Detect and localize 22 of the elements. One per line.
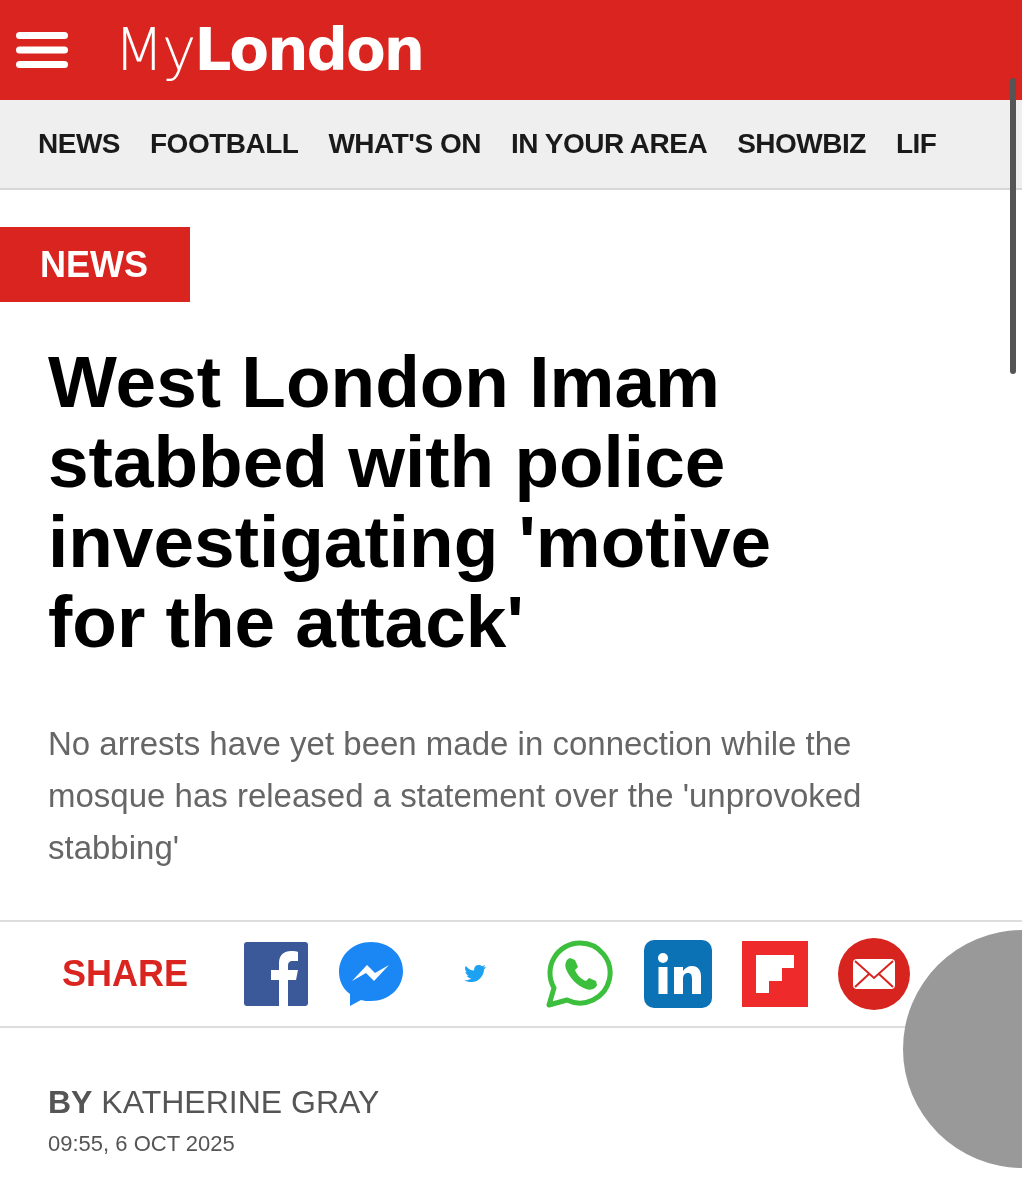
facebook-icon[interactable] (244, 942, 309, 1006)
nav-link[interactable]: NEWS (38, 128, 120, 160)
nav-link[interactable]: WHAT'S ON (328, 128, 481, 160)
section-tag[interactable]: NEWS (0, 227, 190, 302)
messenger-icon[interactable] (338, 941, 405, 1007)
headline: West London Imam stabbed with police investigating 'motive for the attack' (48, 342, 773, 662)
site-logo[interactable]: MyLondon (114, 21, 424, 79)
whatsapp-icon[interactable] (546, 940, 615, 1008)
menu-icon[interactable] (16, 32, 68, 68)
publish-date: 09:55, 6 OCT 2025 (48, 1131, 236, 1157)
scroll-bar[interactable] (1010, 78, 1016, 374)
share-label: SHARE (62, 953, 189, 995)
bird-icon[interactable] (464, 965, 487, 983)
nav-link[interactable]: FOOTBALL (150, 128, 299, 160)
nav-link[interactable]: LIF (895, 128, 937, 160)
linkedin-icon[interactable] (644, 940, 713, 1008)
nav-link[interactable]: SHOWBIZ (737, 128, 866, 160)
standfirst: No arrests have yet been made in connection while the mosque has released a statement over the 'unprovoked stabbing' (48, 724, 863, 868)
author-byline: BY KATHERINE GRAY (48, 1084, 381, 1121)
email-icon[interactable] (838, 938, 911, 1010)
nav-link[interactable]: IN YOUR AREA (510, 128, 708, 160)
flipboard-icon[interactable] (742, 941, 809, 1007)
